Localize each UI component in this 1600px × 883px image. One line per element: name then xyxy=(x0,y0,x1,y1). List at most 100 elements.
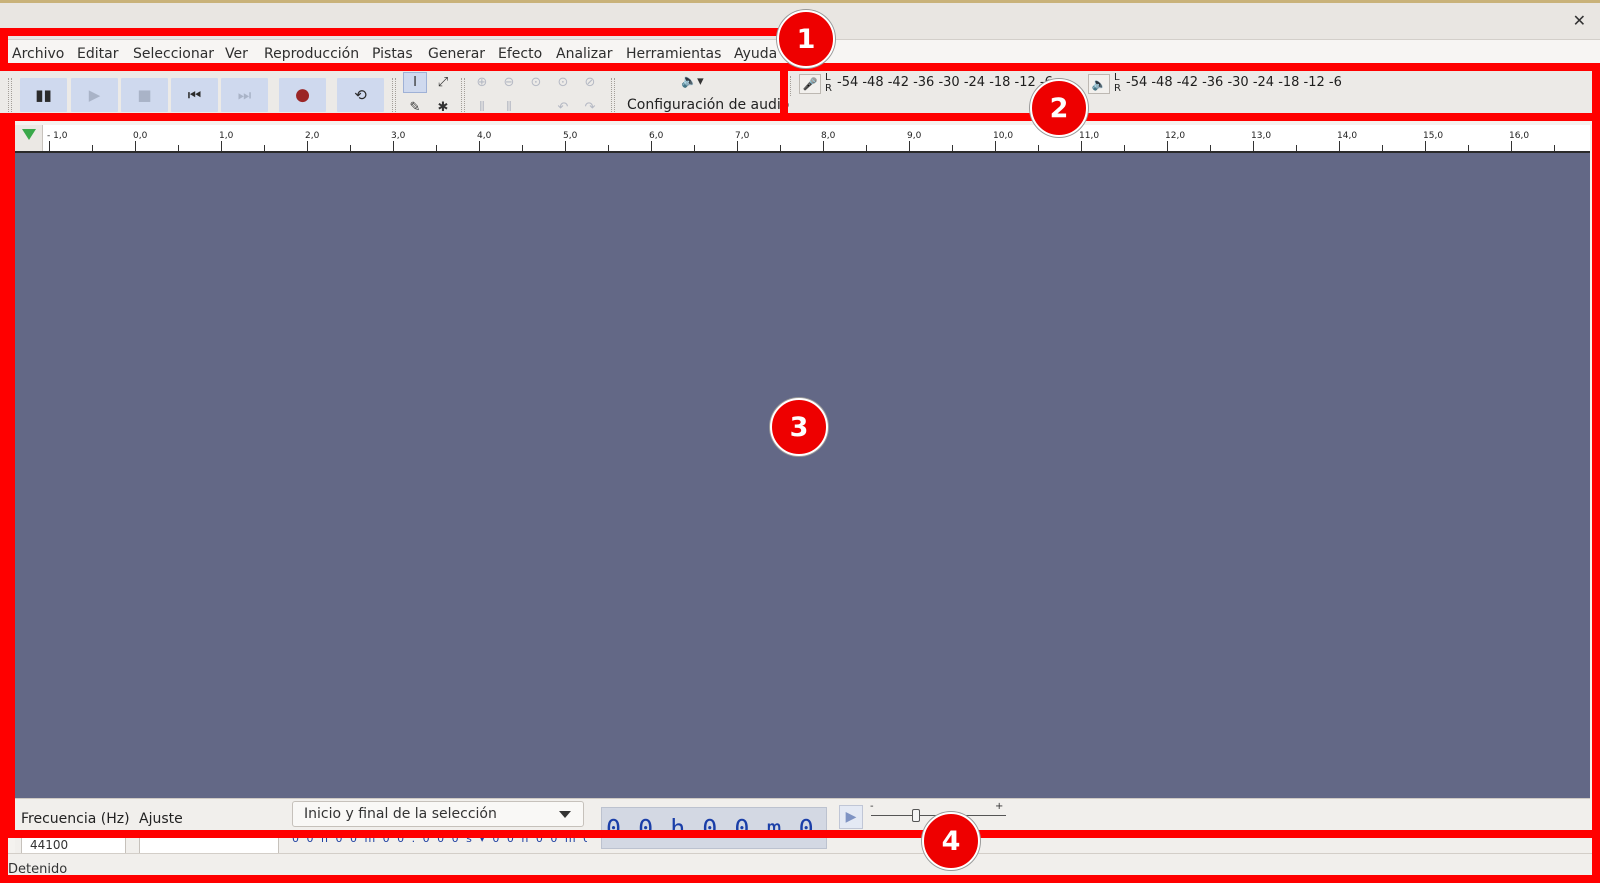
ruler-tick xyxy=(1339,141,1340,151)
skip-end-button[interactable]: ⏭ xyxy=(221,78,268,112)
asterisk-icon: ✱ xyxy=(437,100,449,115)
menu-herramientas[interactable]: Herramientas xyxy=(626,46,721,62)
toolbar-grip[interactable] xyxy=(461,78,465,114)
multi-tool[interactable]: ✱ xyxy=(431,97,455,118)
redo-button[interactable]: ↷ xyxy=(578,97,602,118)
silence-icon: ⫴ xyxy=(506,100,512,115)
ruler-label: 9,0 xyxy=(907,131,922,141)
playback-meter-lr: LR xyxy=(1114,72,1121,94)
menu-efecto[interactable]: Efecto xyxy=(498,46,542,62)
skip-start-button[interactable]: ⏮ xyxy=(171,78,218,112)
draw-tool[interactable]: ✎ xyxy=(403,97,427,118)
skip-start-icon: ⏮ xyxy=(187,86,202,104)
envelope-tool[interactable]: ⤢ xyxy=(431,72,455,93)
record-meter-scale: -54 -48 -42 -36 -30 -24 -18 -12 -6 xyxy=(837,75,1053,90)
ruler-label: 7,0 xyxy=(735,131,750,141)
status-text: Detenido xyxy=(8,862,68,877)
ruler-tick xyxy=(780,145,781,151)
ruler-tick xyxy=(479,141,480,151)
fit-selection-button[interactable]: ⊙ xyxy=(524,72,548,93)
menu-ver[interactable]: Ver xyxy=(225,46,248,62)
ruler-label: 8,0 xyxy=(821,131,836,141)
toolbar-grip[interactable] xyxy=(392,78,396,114)
zoom-in-button[interactable]: ⊕ xyxy=(470,72,494,93)
ruler-label: 13,0 xyxy=(1251,131,1272,141)
menu-reproduccion[interactable]: Reproducción xyxy=(264,46,359,62)
ruler-tick xyxy=(823,141,824,151)
ruler-label: 10,0 xyxy=(993,131,1014,141)
toolbar-grip[interactable] xyxy=(8,78,12,114)
audio-setup-label: Configuración de audio xyxy=(627,97,790,113)
timeline-ruler[interactable]: - 1,0 0,0 1,0 2,0 3,0 4,0 5,0 6,0 7,0 8,0 9,0 10,0 1… xyxy=(15,125,1590,153)
menu-ayuda[interactable]: Ayuda xyxy=(734,46,777,62)
ruler-corner xyxy=(15,125,43,151)
ruler-tick xyxy=(92,145,93,151)
track-area[interactable] xyxy=(15,153,1590,798)
play-speed-slider-thumb[interactable] xyxy=(912,809,920,822)
stop-button[interactable]: ■ xyxy=(121,78,168,112)
selection-tool[interactable]: I xyxy=(403,72,427,93)
speaker-icon[interactable]: 🔈 xyxy=(1088,74,1110,94)
stop-icon: ■ xyxy=(137,86,152,104)
menu-archivo[interactable]: Archivo xyxy=(12,46,64,62)
playhead-icon[interactable] xyxy=(22,129,36,140)
play-button[interactable]: ▶ xyxy=(71,78,118,112)
ruler-tick xyxy=(694,145,695,151)
speaker-icon: 🔈▾ xyxy=(681,74,704,89)
menu-analizar[interactable]: Analizar xyxy=(556,46,613,62)
ruler-tick xyxy=(1124,145,1125,151)
undo-icon: ↶ xyxy=(557,100,569,115)
annotation-badge-3: 3 xyxy=(770,398,828,456)
audio-setup-button[interactable]: 🔈▾ Configuración de audio xyxy=(623,70,789,120)
zoom-toggle-button[interactable]: ⊘ xyxy=(578,72,602,93)
playback-meter[interactable]: 🔈 LR -54 -48 -42 -36 -30 -24 -18 -12 -6 xyxy=(1072,70,1372,120)
trim-button[interactable]: ⫴ xyxy=(470,97,494,118)
close-icon[interactable]: ✕ xyxy=(1573,11,1586,30)
ruler-tick xyxy=(1081,141,1082,151)
time-display[interactable]: 0 0 h 0 0 m 0 0 s xyxy=(601,807,827,849)
menu-pistas[interactable]: Pistas xyxy=(372,46,413,62)
ruler-label: 1,0 xyxy=(219,131,234,141)
ruler-tick xyxy=(1210,145,1211,151)
play-icon: ▶ xyxy=(88,86,101,104)
ruler-tick xyxy=(651,141,652,151)
ruler-tick xyxy=(909,141,910,151)
play-at-speed-button[interactable]: ▶ xyxy=(839,805,863,829)
ruler-label: - 1,0 xyxy=(47,131,68,141)
play-icon: ▶ xyxy=(845,809,857,825)
ruler-tick xyxy=(1038,145,1039,151)
ruler-label: 6,0 xyxy=(649,131,664,141)
menu-seleccionar[interactable]: Seleccionar xyxy=(133,46,214,62)
ruler-tick xyxy=(565,141,566,151)
ruler-tick xyxy=(393,141,394,151)
ruler-tick xyxy=(522,145,523,151)
zoom-out-button[interactable]: ⊖ xyxy=(497,72,521,93)
undo-button[interactable]: ↶ xyxy=(551,97,575,118)
pause-button[interactable]: ▮▮ xyxy=(20,78,67,112)
ruler-tick xyxy=(350,145,351,151)
silence-button[interactable]: ⫴ xyxy=(497,97,521,118)
ruler-tick xyxy=(1382,145,1383,151)
ruler-tick xyxy=(1554,145,1555,151)
ruler-tick xyxy=(995,141,996,151)
loop-button[interactable]: ⟲ xyxy=(337,78,384,112)
menu-generar[interactable]: Generar xyxy=(428,46,485,62)
ruler-tick xyxy=(1511,141,1512,151)
speed-plus-label: + xyxy=(995,801,1004,812)
ruler-tick xyxy=(608,145,609,151)
selection-time-fields[interactable]: 0 0 h 0 0 m 0 0 . 0 0 0 s ▾ 0 0 h 0 0 m … xyxy=(292,832,587,850)
menu-editar[interactable]: Editar xyxy=(77,46,118,62)
microphone-icon[interactable]: 🎤 xyxy=(799,74,821,94)
toolbar-grip[interactable] xyxy=(611,78,615,114)
toolbar-grip[interactable] xyxy=(787,76,791,96)
zoom-in-icon: ⊕ xyxy=(476,75,488,90)
ruler-label: 11,0 xyxy=(1079,131,1100,141)
selection-mode-dropdown[interactable]: Inicio y final de la selección xyxy=(292,801,584,827)
annotation-badge-1: 1 xyxy=(777,10,835,68)
fit-selection-icon: ⊙ xyxy=(530,75,542,90)
record-button[interactable]: ● xyxy=(279,78,326,112)
ruler-tick xyxy=(1167,141,1168,151)
fit-project-button[interactable]: ⊙ xyxy=(551,72,575,93)
snap-label: Ajuste xyxy=(139,811,183,827)
i-beam-icon: I xyxy=(413,75,417,90)
